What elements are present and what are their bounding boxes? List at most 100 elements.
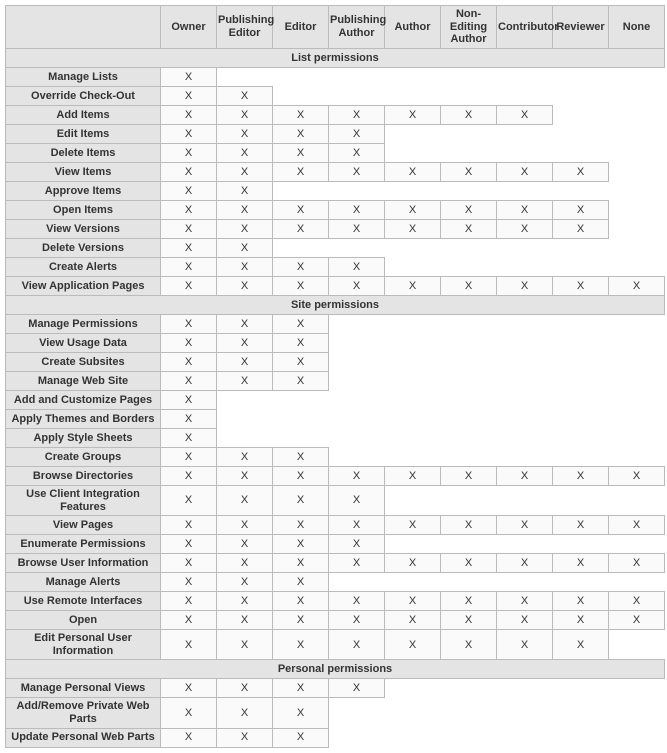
grant-cell — [553, 535, 609, 554]
permission-name: Open Items — [6, 200, 161, 219]
grant-cell: X — [497, 554, 553, 573]
grant-cell — [609, 200, 665, 219]
grant-cell — [441, 698, 497, 728]
grant-cell — [497, 428, 553, 447]
grant-cell: X — [273, 143, 329, 162]
grant-cell: X — [273, 333, 329, 352]
grant-cell: X — [329, 630, 385, 660]
table-row: Edit Personal User InformationXXXXXXXX — [6, 630, 665, 660]
grant-cell: X — [329, 200, 385, 219]
grant-cell: X — [385, 162, 441, 181]
grant-cell — [609, 698, 665, 728]
grant-cell — [553, 238, 609, 257]
grant-cell: X — [329, 611, 385, 630]
grant-cell: X — [161, 409, 217, 428]
grant-cell: X — [273, 219, 329, 238]
grant-cell — [385, 238, 441, 257]
grant-cell — [609, 238, 665, 257]
table-row: View PagesXXXXXXXXX — [6, 516, 665, 535]
grant-cell: X — [329, 535, 385, 554]
permission-name: Edit Items — [6, 124, 161, 143]
grant-cell — [553, 105, 609, 124]
permission-name: Update Personal Web Parts — [6, 728, 161, 747]
grant-cell: X — [161, 105, 217, 124]
grant-cell — [553, 86, 609, 105]
grant-cell — [553, 485, 609, 515]
table-row: Edit ItemsXXXX — [6, 124, 665, 143]
grant-cell — [385, 67, 441, 86]
grant-cell: X — [217, 573, 273, 592]
grant-cell — [329, 728, 385, 747]
table-row: Add/Remove Private Web PartsXXX — [6, 698, 665, 728]
grant-cell — [497, 679, 553, 698]
grant-cell — [385, 728, 441, 747]
grant-cell — [553, 67, 609, 86]
permission-name: View Application Pages — [6, 276, 161, 295]
grant-cell: X — [329, 105, 385, 124]
grant-cell: X — [217, 554, 273, 573]
grant-cell: X — [385, 200, 441, 219]
grant-cell — [385, 390, 441, 409]
grant-cell: X — [161, 485, 217, 515]
grant-cell: X — [217, 371, 273, 390]
grant-cell — [609, 314, 665, 333]
grant-cell — [217, 67, 273, 86]
grant-cell — [441, 67, 497, 86]
grant-cell — [553, 143, 609, 162]
grant-cell: X — [553, 200, 609, 219]
grant-cell: X — [217, 333, 273, 352]
grant-cell — [497, 485, 553, 515]
permission-name: View Versions — [6, 219, 161, 238]
grant-cell — [553, 314, 609, 333]
grant-cell: X — [161, 371, 217, 390]
grant-cell: X — [385, 592, 441, 611]
role-header: Owner — [161, 6, 217, 49]
grant-cell: X — [273, 314, 329, 333]
grant-cell: X — [273, 698, 329, 728]
grant-cell — [441, 409, 497, 428]
grant-cell — [441, 535, 497, 554]
grant-cell: X — [161, 314, 217, 333]
grant-cell — [385, 573, 441, 592]
role-header: Author — [385, 6, 441, 49]
grant-cell — [385, 333, 441, 352]
grant-cell: X — [385, 516, 441, 535]
grant-cell: X — [329, 276, 385, 295]
grant-cell: X — [161, 86, 217, 105]
section-header: Personal permissions — [6, 660, 665, 679]
grant-cell: X — [441, 611, 497, 630]
grant-cell — [217, 428, 273, 447]
table-row: Manage Personal ViewsXXXX — [6, 679, 665, 698]
grant-cell: X — [273, 535, 329, 554]
grant-cell — [385, 447, 441, 466]
grant-cell: X — [441, 516, 497, 535]
grant-cell — [497, 573, 553, 592]
grant-cell: X — [273, 124, 329, 143]
permission-name: Create Groups — [6, 447, 161, 466]
grant-cell: X — [497, 630, 553, 660]
grant-cell — [441, 679, 497, 698]
grant-cell: X — [217, 466, 273, 485]
grant-cell — [497, 86, 553, 105]
grant-cell: X — [161, 447, 217, 466]
grant-cell — [441, 390, 497, 409]
table-row: Create SubsitesXXX — [6, 352, 665, 371]
role-header: None — [609, 6, 665, 49]
grant-cell: X — [273, 592, 329, 611]
grant-cell: X — [217, 276, 273, 295]
permission-name: Add and Customize Pages — [6, 390, 161, 409]
grant-cell — [329, 409, 385, 428]
grant-cell — [609, 333, 665, 352]
table-row: Update Personal Web PartsXXX — [6, 728, 665, 747]
grant-cell: X — [385, 554, 441, 573]
grant-cell: X — [553, 219, 609, 238]
grant-cell — [609, 679, 665, 698]
grant-cell: X — [161, 143, 217, 162]
grant-cell — [441, 181, 497, 200]
grant-cell — [273, 67, 329, 86]
grant-cell: X — [217, 200, 273, 219]
grant-cell — [441, 447, 497, 466]
grant-cell — [441, 428, 497, 447]
grant-cell — [273, 238, 329, 257]
grant-cell — [609, 124, 665, 143]
